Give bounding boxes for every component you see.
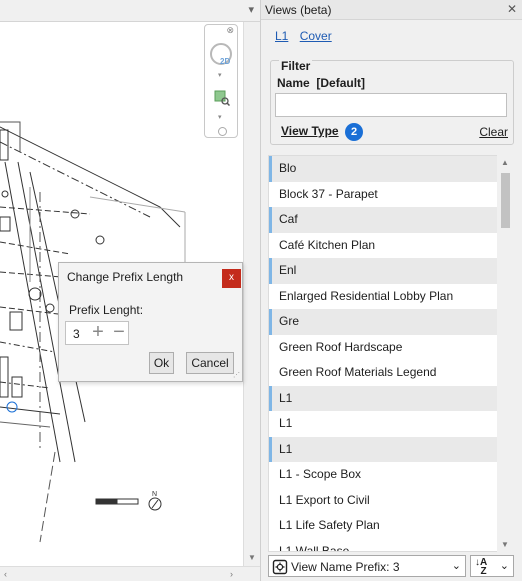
stepper-value[interactable]: 3 bbox=[73, 327, 80, 341]
list-group-header[interactable]: L1 bbox=[269, 385, 512, 411]
list-group-header[interactable]: Caf bbox=[269, 207, 512, 233]
list-item[interactable]: L1 Life Safety Plan bbox=[269, 513, 512, 539]
chevron-down-icon: ⌄ bbox=[499, 560, 509, 572]
scrollbar-thumb[interactable] bbox=[501, 173, 510, 228]
chevron-down-icon: ⌄ bbox=[451, 560, 461, 572]
navbar-options-icon[interactable] bbox=[218, 127, 227, 136]
sort-az-icon: ↓A Z bbox=[475, 557, 488, 577]
prefix-length-stepper[interactable]: 3 + − bbox=[65, 321, 129, 345]
svg-text:N: N bbox=[152, 491, 157, 498]
zoom-icon[interactable] bbox=[214, 90, 230, 106]
panel-title: Views (beta) bbox=[265, 3, 332, 17]
scroll-left-icon[interactable]: ‹ bbox=[4, 569, 7, 579]
resize-grip-icon[interactable]: ⋰ bbox=[233, 371, 240, 379]
views-list[interactable]: Blo Block 37 - Parapet Caf Café Kitchen … bbox=[268, 155, 513, 552]
canvas-vertical-scrollbar[interactable]: ▼ bbox=[243, 22, 260, 566]
list-item[interactable]: Block 37 - Parapet bbox=[269, 182, 512, 208]
mode-label: 2D bbox=[220, 57, 231, 66]
filter-title: Filter bbox=[279, 59, 313, 73]
view-type-count-badge: 2 bbox=[345, 123, 363, 141]
list-group-header[interactable]: Enl bbox=[269, 258, 512, 284]
sort-button[interactable]: ↓A Z ⌄ bbox=[470, 555, 514, 577]
name-label: Name [Default] bbox=[277, 76, 366, 90]
scroll-down-icon[interactable]: ▼ bbox=[248, 553, 256, 562]
list-group-header[interactable]: L1 bbox=[269, 436, 512, 462]
list-item[interactable]: L1 Export to Civil bbox=[269, 488, 512, 514]
breadcrumb-l1[interactable]: L1 bbox=[275, 29, 288, 43]
change-prefix-dialog: Change Prefix Length x Prefix Lenght: 3 … bbox=[58, 262, 243, 382]
filter-group: Filter Name [Default] View Type 2 Clear bbox=[270, 59, 514, 145]
bottom-toolbar: View Name Prefix: 3 ⌄ ↓A Z ⌄ bbox=[268, 555, 516, 577]
list-item[interactable]: L1 bbox=[269, 411, 512, 437]
cancel-button[interactable]: Cancel bbox=[186, 352, 234, 374]
list-item[interactable]: Green Roof Materials Legend bbox=[269, 360, 512, 386]
panel-header: Views (beta) ✕ bbox=[261, 0, 522, 20]
list-scrollbar[interactable]: ▲ ▼ bbox=[497, 155, 514, 552]
prefix-length-label: Prefix Lenght: bbox=[69, 303, 144, 317]
dialog-title: Change Prefix Length bbox=[67, 270, 184, 284]
list-item[interactable]: L1 - Scope Box bbox=[269, 462, 512, 488]
view-prefix-icon bbox=[272, 559, 288, 575]
list-group-header[interactable]: Blo bbox=[269, 156, 512, 182]
list-item[interactable]: Enlarged Residential Lobby Plan bbox=[269, 284, 512, 310]
minus-icon[interactable]: − bbox=[109, 322, 129, 343]
list-item[interactable]: L1 Wall Base bbox=[269, 539, 512, 552]
chevron-down-icon[interactable]: ▾ bbox=[218, 113, 222, 121]
plus-icon[interactable]: + bbox=[88, 322, 108, 343]
dropdown-arrow-icon[interactable]: ▾ bbox=[248, 3, 254, 16]
prefix-select-value: View Name Prefix: 3 bbox=[291, 560, 400, 574]
ok-button[interactable]: Ok bbox=[149, 352, 174, 374]
scroll-right-icon[interactable]: › bbox=[230, 569, 233, 579]
list-group-header[interactable]: Gre bbox=[269, 309, 512, 335]
scroll-up-icon[interactable]: ▲ bbox=[501, 158, 509, 167]
scroll-down-icon[interactable]: ▼ bbox=[501, 540, 509, 549]
view-type-link[interactable]: View Type bbox=[281, 124, 339, 138]
breadcrumb-cover[interactable]: Cover bbox=[300, 29, 332, 43]
chevron-down-icon[interactable]: ▾ bbox=[218, 71, 222, 79]
navigation-bar: ⊗ 2D ▾ ▾ bbox=[204, 24, 238, 138]
breadcrumb: L1 Cover bbox=[275, 29, 340, 43]
views-panel: Views (beta) ✕ L1 Cover Filter Name [Def… bbox=[260, 0, 522, 581]
prefix-select[interactable]: View Name Prefix: 3 ⌄ bbox=[268, 555, 466, 577]
canvas-horizontal-scrollbar[interactable]: ‹ › bbox=[0, 566, 260, 581]
list-item[interactable]: Café Kitchen Plan bbox=[269, 233, 512, 259]
close-icon[interactable]: ⊗ bbox=[226, 25, 234, 36]
canvas-header: ▾ bbox=[0, 0, 260, 22]
list-item[interactable]: Green Roof Hardscape bbox=[269, 335, 512, 361]
clear-filter-link[interactable]: Clear bbox=[479, 125, 508, 139]
name-filter-input[interactable] bbox=[275, 93, 507, 117]
close-button[interactable]: x bbox=[222, 269, 241, 288]
pin-icon[interactable]: ✕ bbox=[507, 2, 517, 16]
